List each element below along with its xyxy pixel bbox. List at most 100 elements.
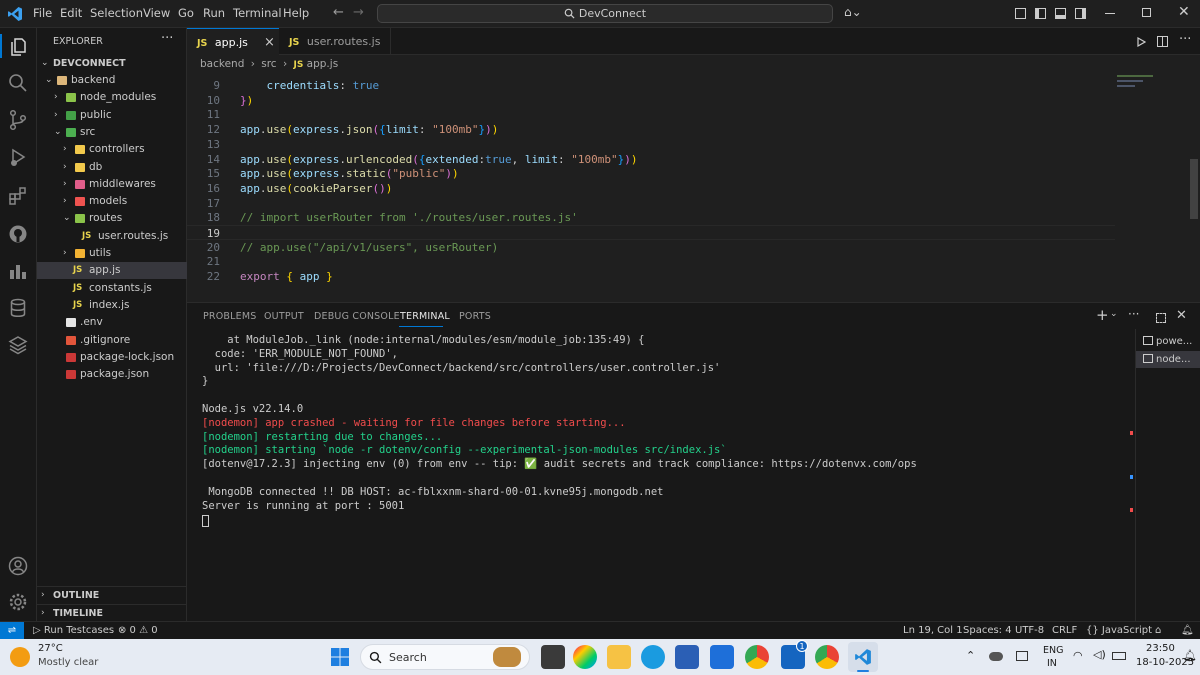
wifi-icon[interactable]: ◠ bbox=[1073, 649, 1083, 662]
menu-edit[interactable]: Edit bbox=[60, 6, 82, 20]
run-file-icon[interactable] bbox=[1136, 37, 1146, 47]
extensions-icon[interactable] bbox=[6, 184, 30, 208]
chevron-right-icon[interactable]: › bbox=[63, 193, 67, 210]
breadcrumb-backend[interactable]: backend bbox=[200, 58, 244, 70]
tree-item-app-js[interactable]: JS app.js bbox=[37, 262, 187, 280]
chevron-down-icon[interactable]: ⌄ bbox=[54, 124, 62, 141]
tree-item-src[interactable]: ⌄ src bbox=[37, 124, 187, 141]
menu-help[interactable]: Help bbox=[283, 6, 309, 20]
chevron-down-icon[interactable]: ⌄ bbox=[63, 210, 71, 227]
tree-item-user-routes-js[interactable]: JS user.routes.js bbox=[37, 228, 187, 245]
maximize-panel-icon[interactable] bbox=[1156, 313, 1166, 323]
tab-user-routes-js[interactable]: JS user.routes.js bbox=[279, 28, 391, 55]
back-arrow-icon[interactable]: ← bbox=[333, 5, 344, 20]
notifications-bell-icon[interactable]: 🔔︎ bbox=[1181, 622, 1194, 639]
close-tab-icon[interactable]: × bbox=[264, 29, 275, 56]
command-center-search[interactable]: DevConnect bbox=[377, 4, 833, 23]
tree-item-middlewares[interactable]: › middlewares bbox=[37, 176, 187, 193]
tree-item-index-js[interactable]: JS index.js bbox=[37, 297, 187, 314]
chevron-up-icon[interactable]: ⌃ bbox=[966, 649, 975, 662]
edge-browser-icon[interactable] bbox=[641, 645, 665, 669]
remote-indicator-icon[interactable]: ⇌ bbox=[0, 622, 24, 640]
tree-item-public[interactable]: › public bbox=[37, 107, 187, 124]
file-explorer-icon[interactable] bbox=[607, 645, 631, 669]
copilot-icon[interactable]: ⌂⌄ bbox=[844, 5, 862, 19]
tab-app-js[interactable]: JS app.js × bbox=[187, 28, 279, 55]
minimize-icon[interactable] bbox=[1105, 13, 1115, 14]
tab-problems[interactable]: PROBLEMS bbox=[203, 311, 256, 322]
toggle-secondary-sidebar-icon[interactable] bbox=[1075, 8, 1086, 19]
editor-scrollbar[interactable] bbox=[1190, 159, 1198, 219]
tree-item-db[interactable]: › db bbox=[37, 159, 187, 176]
vscode-logo-icon[interactable] bbox=[7, 6, 23, 22]
more-actions-icon[interactable]: ··· bbox=[1179, 32, 1191, 47]
breadcrumb-src[interactable]: src bbox=[261, 58, 276, 70]
layout-customize-icon[interactable] bbox=[1015, 8, 1026, 19]
cloud-icon[interactable] bbox=[989, 652, 1003, 661]
restore-icon[interactable] bbox=[1142, 8, 1151, 17]
menu-file[interactable]: File bbox=[33, 6, 52, 20]
outline-section[interactable]: › OUTLINE bbox=[37, 586, 187, 603]
menu-view[interactable]: View bbox=[143, 6, 170, 20]
end-of-line[interactable]: CRLF bbox=[1052, 622, 1077, 639]
chevron-right-icon[interactable]: › bbox=[54, 89, 58, 106]
notification-bell-icon[interactable]: 🔔︎ bbox=[1183, 649, 1197, 662]
close-panel-icon[interactable]: ✕ bbox=[1176, 308, 1187, 323]
copilot-app-icon[interactable] bbox=[573, 645, 597, 669]
workspace-root[interactable]: ⌄ DEVCONNECT bbox=[37, 55, 187, 72]
display-icon[interactable] bbox=[1016, 651, 1028, 661]
tree-item-env[interactable]: .env bbox=[37, 314, 187, 331]
more-actions-icon[interactable]: ··· bbox=[1128, 307, 1139, 321]
tree-item-node-modules[interactable]: › node_modules bbox=[37, 89, 187, 106]
menu-selection[interactable]: Selection bbox=[90, 6, 143, 20]
tree-item-constants-js[interactable]: JS constants.js bbox=[37, 280, 187, 297]
region-code[interactable]: IN bbox=[1047, 658, 1057, 669]
layers-icon[interactable] bbox=[6, 333, 30, 357]
search-icon[interactable] bbox=[6, 71, 30, 95]
tree-item-backend[interactable]: ⌄ backend bbox=[37, 72, 187, 89]
run-testcases-button[interactable]: ▷ Run Testcases bbox=[33, 622, 114, 639]
timeline-section[interactable]: › TIMELINE bbox=[37, 604, 187, 621]
tab-debug-console[interactable]: DEBUG CONSOLE bbox=[314, 311, 400, 322]
tree-item-routes[interactable]: ⌄ routes bbox=[37, 210, 187, 227]
chevron-down-icon[interactable]: ⌄ bbox=[1110, 309, 1118, 319]
tab-output[interactable]: OUTPUT bbox=[264, 311, 304, 322]
bar-chart-icon[interactable] bbox=[6, 259, 30, 283]
cursor-position[interactable]: Ln 19, Col 1 bbox=[903, 622, 963, 639]
microsoft-store-icon[interactable] bbox=[675, 645, 699, 669]
run-debug-icon[interactable] bbox=[6, 145, 30, 169]
taskbar-search-box[interactable]: Search bbox=[360, 644, 530, 670]
tree-item-utils[interactable]: › utils bbox=[37, 245, 187, 262]
breadcrumb-file[interactable]: app.js bbox=[307, 58, 339, 70]
explorer-files-icon[interactable] bbox=[6, 35, 30, 59]
task-view-icon[interactable] bbox=[541, 645, 565, 669]
tab-ports[interactable]: PORTS bbox=[459, 311, 491, 322]
app-icon[interactable] bbox=[710, 645, 734, 669]
battery-icon[interactable] bbox=[1112, 652, 1126, 660]
copilot-status-icon[interactable]: ⌂ bbox=[1155, 622, 1161, 639]
indentation[interactable]: Spaces: 4 bbox=[963, 622, 1012, 639]
chevron-right-icon[interactable]: › bbox=[63, 176, 67, 193]
split-editor-icon[interactable] bbox=[1157, 36, 1168, 47]
more-actions-icon[interactable]: ··· bbox=[161, 31, 173, 46]
account-icon[interactable] bbox=[6, 554, 30, 578]
terminal-output[interactable]: at ModuleJob._link (node:internal/module… bbox=[202, 333, 1132, 622]
chrome-browser-icon[interactable] bbox=[745, 645, 769, 669]
terminal-item-powershell[interactable]: powe... bbox=[1136, 333, 1200, 350]
volume-icon[interactable]: ◁) bbox=[1093, 648, 1106, 661]
tree-item-package-lock-json[interactable]: package-lock.json bbox=[37, 349, 187, 366]
close-window-icon[interactable]: ✕ bbox=[1178, 4, 1190, 20]
outlook-icon[interactable]: 1 bbox=[781, 640, 808, 669]
tree-item-package-json[interactable]: package.json bbox=[37, 366, 187, 383]
source-control-icon[interactable] bbox=[6, 108, 30, 132]
menu-run[interactable]: Run bbox=[203, 6, 225, 20]
language-mode[interactable]: {} JavaScript bbox=[1086, 622, 1152, 639]
encoding[interactable]: UTF-8 bbox=[1015, 622, 1044, 639]
chevron-right-icon[interactable]: › bbox=[63, 141, 67, 158]
chevron-down-icon[interactable]: ⌄ bbox=[45, 72, 53, 89]
database-icon[interactable] bbox=[6, 296, 30, 320]
chevron-right-icon[interactable]: › bbox=[54, 107, 58, 124]
toggle-panel-icon[interactable] bbox=[1055, 8, 1066, 19]
tree-item-controllers[interactable]: › controllers bbox=[37, 141, 187, 158]
new-terminal-icon[interactable]: + bbox=[1096, 306, 1109, 324]
